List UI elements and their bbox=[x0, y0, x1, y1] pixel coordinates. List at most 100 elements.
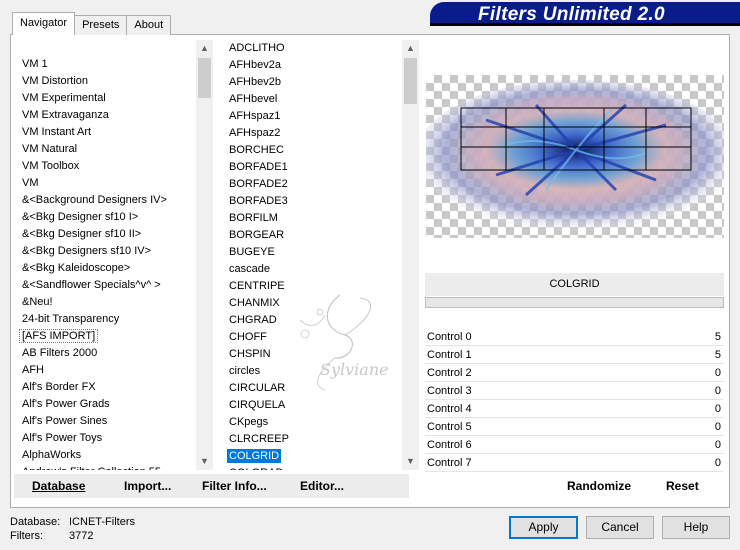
control-row[interactable]: Control 2 0 bbox=[425, 364, 724, 382]
category-item[interactable]: [AFS IMPORT] bbox=[14, 328, 196, 345]
category-item[interactable]: VM bbox=[14, 175, 196, 192]
category-item[interactable]: Alf's Power Toys bbox=[14, 430, 196, 447]
scroll-down-arrow-icon[interactable]: ▼ bbox=[196, 453, 213, 470]
control-row[interactable]: Control 5 0 bbox=[425, 418, 724, 436]
category-item[interactable]: 24-bit Transparency bbox=[14, 311, 196, 328]
control-row[interactable]: Control 6 0 bbox=[425, 436, 724, 454]
control-row[interactable]: Control 4 0 bbox=[425, 400, 724, 418]
category-item[interactable]: &<Bkg Designers sf10 IV> bbox=[14, 243, 196, 260]
control-row[interactable]: Control 3 0 bbox=[425, 382, 724, 400]
category-item[interactable]: AlphaWorks bbox=[14, 447, 196, 464]
filter-item[interactable]: BORFADE2 bbox=[221, 176, 401, 193]
editor-button[interactable]: Editor... bbox=[300, 474, 344, 498]
tab-navigator[interactable]: Navigator bbox=[12, 12, 76, 35]
randomize-button[interactable]: Randomize bbox=[567, 474, 631, 498]
app-banner: Filters Unlimited 2.0 bbox=[430, 2, 740, 28]
filter-list-scrollbar[interactable]: ▲ ▼ bbox=[402, 40, 419, 470]
control-label: Control 0 bbox=[427, 331, 472, 343]
filter-item[interactable]: BORFILM bbox=[221, 210, 401, 227]
navigator-toolbar: Database Import... Filter Info... Editor… bbox=[14, 474, 409, 498]
control-value[interactable]: 0 bbox=[715, 418, 721, 435]
category-item[interactable]: AFH bbox=[14, 362, 196, 379]
control-label: Control 5 bbox=[427, 421, 472, 433]
database-value: ICNET-Filters bbox=[69, 516, 135, 528]
category-item[interactable]: VM Instant Art bbox=[14, 124, 196, 141]
category-item[interactable]: &<Sandflower Specials^v^ > bbox=[14, 277, 196, 294]
control-row[interactable]: Control 1 5 bbox=[425, 346, 724, 364]
category-item[interactable]: VM Natural bbox=[14, 141, 196, 158]
filter-item[interactable]: CHANMIX bbox=[221, 295, 401, 312]
category-item[interactable]: &<Background Designers IV> bbox=[14, 192, 196, 209]
control-value[interactable]: 0 bbox=[715, 454, 721, 471]
control-label: Control 7 bbox=[427, 457, 472, 469]
category-item[interactable]: VM Distortion bbox=[14, 73, 196, 90]
filter-item[interactable]: BORCHEC bbox=[221, 142, 401, 159]
filter-controls: Control 0 5 Control 1 5 Control 2 0 Control 3 0… bbox=[425, 328, 724, 472]
filter-item[interactable]: COLGRID bbox=[221, 448, 401, 465]
database-button[interactable]: Database bbox=[32, 474, 85, 498]
control-value[interactable]: 5 bbox=[715, 346, 721, 363]
help-button[interactable]: Help bbox=[662, 516, 730, 539]
control-row[interactable]: Control 7 0 bbox=[425, 454, 724, 472]
reset-button[interactable]: Reset bbox=[666, 474, 699, 498]
apply-button[interactable]: Apply bbox=[509, 516, 578, 539]
control-value[interactable]: 0 bbox=[715, 400, 721, 417]
filter-item[interactable]: AFHspaz2 bbox=[221, 125, 401, 142]
scroll-down-arrow-icon[interactable]: ▼ bbox=[402, 453, 419, 470]
filter-item[interactable]: AFHbev2a bbox=[221, 57, 401, 74]
filter-item[interactable]: AFHbevel bbox=[221, 91, 401, 108]
filter-item[interactable]: circles bbox=[221, 363, 401, 380]
category-item[interactable]: &<Bkg Designer sf10 I> bbox=[14, 209, 196, 226]
filter-item[interactable]: AFHspaz1 bbox=[221, 108, 401, 125]
category-item[interactable]: &<Bkg Designer sf10 II> bbox=[14, 226, 196, 243]
category-item[interactable]: VM Experimental bbox=[14, 90, 196, 107]
category-item[interactable]: AB Filters 2000 bbox=[14, 345, 196, 362]
filter-list[interactable]: ADCLITHO AFHbev2a AFHbev2b AFHbevel AFHspaz1… bbox=[221, 40, 401, 470]
tab-about[interactable]: About bbox=[126, 15, 172, 35]
import-button[interactable]: Import... bbox=[124, 474, 171, 498]
category-item[interactable]: &<Bkg Kaleidoscope> bbox=[14, 260, 196, 277]
filter-item[interactable]: CKpegs bbox=[221, 414, 401, 431]
control-value[interactable]: 0 bbox=[715, 382, 721, 399]
filter-item[interactable]: BORFADE1 bbox=[221, 159, 401, 176]
scroll-up-arrow-icon[interactable]: ▲ bbox=[196, 40, 213, 57]
category-item[interactable]: VM 1 bbox=[14, 56, 196, 73]
filter-item[interactable]: COLGRAD bbox=[221, 465, 401, 470]
control-label: Control 4 bbox=[427, 403, 472, 415]
filter-item[interactable]: ADCLITHO bbox=[221, 40, 401, 57]
filter-item[interactable]: CIRQUELA bbox=[221, 397, 401, 414]
category-item[interactable]: &Neu! bbox=[14, 294, 196, 311]
category-item[interactable]: Andrew's Filter Collection 55 bbox=[14, 464, 196, 470]
filter-item[interactable]: CHSPIN bbox=[221, 346, 401, 363]
control-value[interactable]: 0 bbox=[715, 436, 721, 453]
tab-presets[interactable]: Presets bbox=[74, 15, 128, 35]
category-item[interactable]: VM Toolbox bbox=[14, 158, 196, 175]
filters-count-value: 3772 bbox=[69, 530, 94, 542]
filter-item[interactable]: AFHbev2b bbox=[221, 74, 401, 91]
filter-item[interactable]: CIRCULAR bbox=[221, 380, 401, 397]
category-item[interactable]: Alf's Power Sines bbox=[14, 413, 196, 430]
category-item[interactable]: VM Extravaganza bbox=[14, 107, 196, 124]
category-list-scrollbar[interactable]: ▲ ▼ bbox=[196, 40, 213, 470]
filter-item[interactable]: CHGRAD bbox=[221, 312, 401, 329]
filter-info-button[interactable]: Filter Info... bbox=[202, 474, 267, 498]
control-value[interactable]: 0 bbox=[715, 364, 721, 381]
filter-item[interactable]: CLRCREEP bbox=[221, 431, 401, 448]
scroll-thumb[interactable] bbox=[198, 58, 211, 98]
filter-item[interactable]: BORGEAR bbox=[221, 227, 401, 244]
category-list[interactable]: VM 1 VM Distortion VM Experimental VM Extra… bbox=[14, 40, 196, 470]
category-item[interactable]: Alf's Power Grads bbox=[14, 396, 196, 413]
control-row[interactable]: Control 0 5 bbox=[425, 328, 724, 346]
filter-item[interactable]: CHOFF bbox=[221, 329, 401, 346]
scroll-up-arrow-icon[interactable]: ▲ bbox=[402, 40, 419, 57]
control-value[interactable]: 5 bbox=[715, 328, 721, 345]
filter-preview-image bbox=[426, 75, 724, 238]
scroll-thumb[interactable] bbox=[404, 58, 417, 104]
filter-item[interactable]: BORFADE3 bbox=[221, 193, 401, 210]
cancel-button[interactable]: Cancel bbox=[586, 516, 654, 539]
filter-item[interactable]: CENTRIPE bbox=[221, 278, 401, 295]
filter-item[interactable]: cascade bbox=[221, 261, 401, 278]
category-item[interactable]: Alf's Border FX bbox=[14, 379, 196, 396]
tab-bar: Navigator Presets About bbox=[12, 12, 172, 35]
filter-item[interactable]: BUGEYE bbox=[221, 244, 401, 261]
